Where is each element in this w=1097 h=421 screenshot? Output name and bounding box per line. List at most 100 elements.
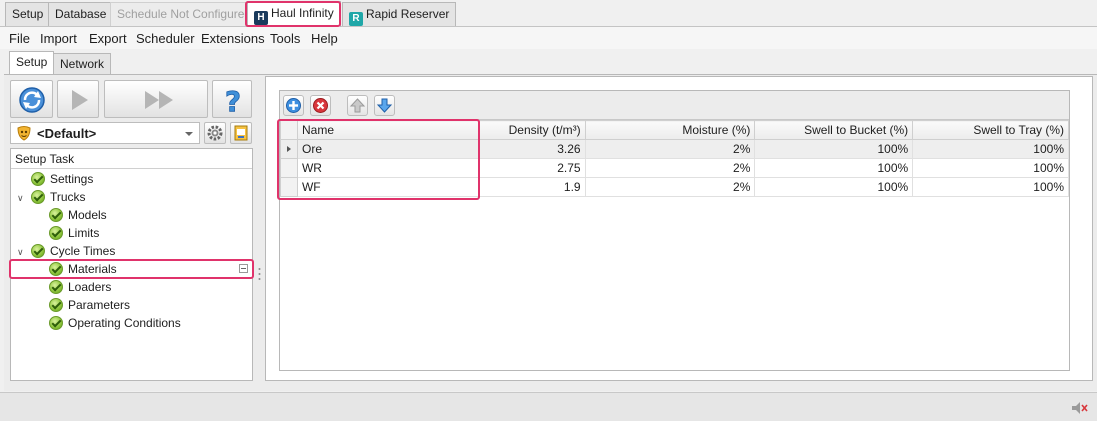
menu-extensions[interactable]: Extensions	[201, 31, 265, 46]
setup-task-panel: Setup Task Settings ∨ Trucks Models Limi…	[10, 148, 253, 381]
app-tab-label: Setup	[12, 7, 44, 21]
gear-icon	[207, 125, 223, 141]
tree-item-loaders[interactable]: Loaders	[49, 278, 111, 296]
move-up-icon	[349, 98, 366, 113]
column-header-name[interactable]: Name	[296, 120, 480, 140]
tree-item-models[interactable]: Models	[49, 206, 107, 224]
menu-export[interactable]: Export	[89, 31, 127, 46]
move-up-button[interactable]	[347, 95, 368, 116]
sub-tab-bar: Setup Network	[0, 49, 1097, 75]
chevron-down-icon[interactable]: ∨	[17, 193, 24, 204]
tab-label: Setup	[16, 55, 48, 69]
move-down-button[interactable]	[374, 95, 395, 116]
svg-text:?: ?	[225, 85, 241, 118]
table-row[interactable]: Ore 3.26 2% 100% 100%	[280, 139, 1069, 159]
notes-button[interactable]	[230, 122, 252, 144]
column-header-swell-tray[interactable]: Swell to Tray (%)	[912, 120, 1069, 140]
status-bar	[0, 392, 1097, 421]
delete-icon	[313, 98, 328, 113]
cell-density[interactable]: 2.75	[478, 158, 586, 178]
app-tab-bar: Setup Database Schedule Not Configured H…	[0, 0, 1097, 27]
cell-swell-tray[interactable]: 100%	[912, 177, 1069, 197]
profile-mask-icon	[17, 126, 31, 141]
move-down-icon	[376, 98, 393, 113]
profile-label: <Default>	[37, 126, 97, 141]
run-button[interactable]	[57, 80, 99, 118]
menu-help[interactable]: Help	[311, 31, 338, 46]
splitter-grip[interactable]	[258, 266, 261, 282]
tree-item-parameters[interactable]: Parameters	[49, 296, 130, 314]
cell-name[interactable]: WR	[296, 158, 480, 178]
row-indicator	[280, 177, 298, 197]
tree-item-label: Cycle Times	[50, 244, 116, 258]
grid-toolbar	[280, 91, 1069, 120]
delete-button[interactable]	[310, 95, 331, 116]
cell-moisture[interactable]: 2%	[584, 158, 756, 178]
cell-swell-bucket[interactable]: 100%	[754, 177, 914, 197]
tree-item-limits[interactable]: Limits	[49, 224, 99, 242]
tree-item-label: Operating Conditions	[68, 316, 181, 330]
column-header-swell-bucket[interactable]: Swell to Bucket (%)	[754, 120, 914, 140]
cell-name[interactable]: Ore	[296, 139, 480, 159]
row-indicator	[280, 139, 298, 159]
check-icon	[49, 208, 63, 222]
app-tab-rapid-reserver[interactable]: R Rapid Reserver	[342, 2, 457, 26]
menu-scheduler[interactable]: Scheduler	[136, 31, 195, 46]
refresh-button[interactable]	[10, 80, 53, 118]
run-all-button[interactable]	[104, 80, 208, 118]
cell-name[interactable]: WF	[296, 177, 480, 197]
column-header-moisture[interactable]: Moisture (%)	[584, 120, 756, 140]
profile-select[interactable]: <Default>	[10, 122, 200, 144]
setup-task-header: Setup Task	[11, 149, 252, 169]
check-icon	[49, 298, 63, 312]
cell-density[interactable]: 3.26	[478, 139, 586, 159]
cell-swell-bucket[interactable]: 100%	[754, 139, 914, 159]
column-header-density[interactable]: Density (t/m³)	[478, 120, 586, 140]
cell-swell-tray[interactable]: 100%	[912, 139, 1069, 159]
settings-button[interactable]	[204, 122, 226, 144]
tree-item-materials[interactable]: Materials	[49, 260, 117, 278]
chevron-down-icon[interactable]: ∨	[17, 247, 24, 258]
collapse-icon[interactable]	[239, 264, 248, 273]
menu-tools[interactable]: Tools	[270, 31, 300, 46]
tree-item-cycle-times[interactable]: Cycle Times	[31, 242, 115, 260]
refresh-icon	[19, 87, 45, 113]
tree-item-label: Parameters	[68, 298, 131, 312]
menu-import[interactable]: Import	[40, 31, 77, 46]
play-icon	[72, 90, 88, 110]
check-icon	[49, 262, 63, 276]
rapid-reserver-icon: R	[349, 12, 363, 26]
tab-setup[interactable]: Setup	[9, 51, 55, 75]
check-icon	[49, 316, 63, 330]
tree-item-trucks[interactable]: Trucks	[31, 188, 86, 206]
check-icon	[31, 172, 45, 186]
check-icon	[31, 244, 45, 258]
table-row[interactable]: WF 1.9 2% 100% 100%	[280, 177, 1069, 197]
cell-swell-tray[interactable]: 100%	[912, 158, 1069, 178]
tree-item-operating-conditions[interactable]: Operating Conditions	[49, 314, 181, 332]
table-row[interactable]: WR 2.75 2% 100% 100%	[280, 158, 1069, 178]
tree-item-label: Models	[68, 208, 107, 222]
menu-file[interactable]: File	[9, 31, 30, 46]
add-button[interactable]	[283, 95, 304, 116]
speaker-icon[interactable]	[1071, 401, 1089, 415]
haul-infinity-icon: H	[254, 11, 268, 25]
cell-moisture[interactable]: 2%	[584, 139, 756, 159]
cell-density[interactable]: 1.9	[478, 177, 586, 197]
tab-network[interactable]: Network	[53, 53, 112, 75]
cell-swell-bucket[interactable]: 100%	[754, 158, 914, 178]
cell-moisture[interactable]: 2%	[584, 177, 756, 197]
app-tab-setup[interactable]: Setup	[5, 2, 51, 26]
fast-forward-icon	[145, 91, 173, 109]
tree-item-label: Limits	[68, 226, 100, 240]
app-tab-database[interactable]: Database	[48, 2, 114, 26]
app-tab-label: Haul Infinity	[271, 6, 334, 20]
tab-label: Network	[60, 57, 105, 71]
help-button[interactable]: ?	[212, 80, 252, 118]
app-tab-label: Rapid Reserver	[366, 7, 450, 21]
app-tab-haul-infinity[interactable]: H Haul Infinity	[247, 1, 341, 27]
app-tab-schedule: Schedule Not Configured	[110, 2, 259, 26]
menu-bar: File Import Export Scheduler Extensions …	[0, 27, 1097, 49]
tree-item-settings[interactable]: Settings	[31, 170, 93, 188]
tree-item-label: Loaders	[68, 280, 112, 294]
